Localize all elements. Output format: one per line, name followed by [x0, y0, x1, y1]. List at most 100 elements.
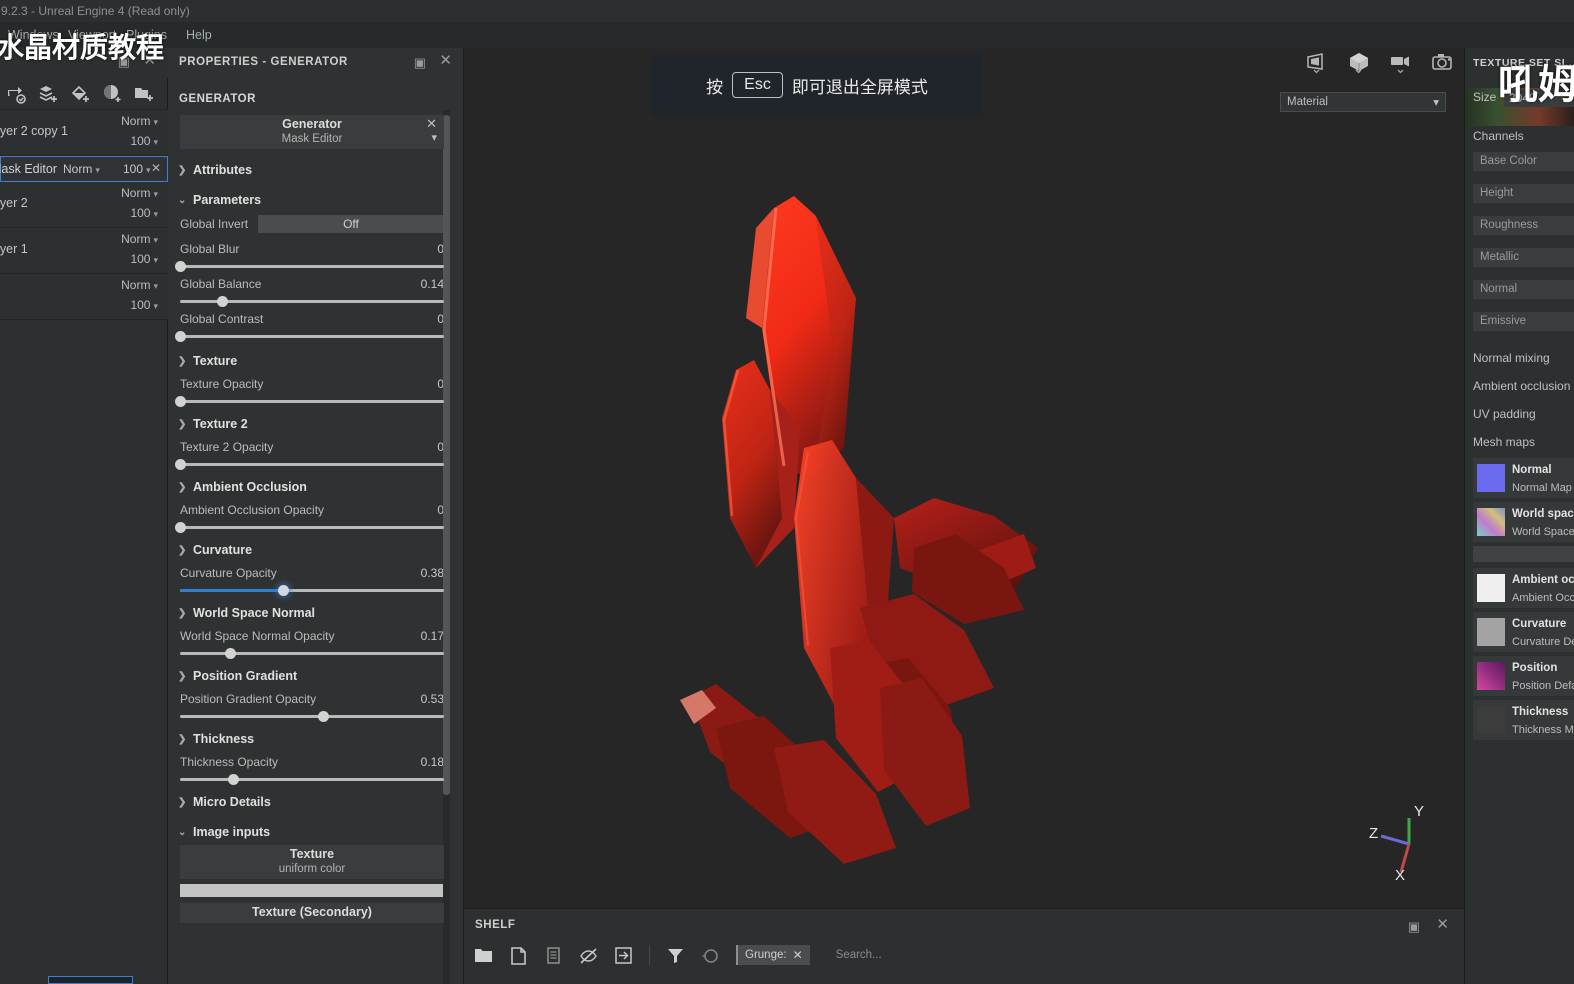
add-mask-icon[interactable]: [102, 84, 122, 104]
mesh-map-curvature[interactable]: Curvature Curvature De: [1473, 612, 1574, 652]
close-icon[interactable]: ✕: [426, 116, 437, 132]
param-slider[interactable]: [175, 459, 444, 470]
ambient-occlusion-mix-label[interactable]: Ambient occlusion mix: [1473, 379, 1574, 393]
param-value[interactable]: 0.38: [421, 566, 444, 580]
param-slider[interactable]: [180, 648, 444, 659]
channel-base-color[interactable]: Base Color: [1473, 152, 1574, 171]
param-slider[interactable]: [180, 774, 444, 785]
close-icon[interactable]: ✕: [1436, 915, 1449, 933]
layer-row-mask-editor[interactable]: Mask Editor Norm▾ 100▾ ✕: [0, 156, 168, 182]
new-file-icon[interactable]: [509, 946, 528, 965]
slider-knob[interactable]: [175, 261, 186, 272]
mesh-map-world-space-normal[interactable]: World spac World Space: [1473, 502, 1574, 542]
layer-opacity[interactable]: 100 ▾: [130, 252, 158, 266]
uv-padding-label[interactable]: UV padding: [1473, 407, 1536, 421]
channel-roughness[interactable]: Roughness: [1473, 216, 1574, 235]
camera-icon[interactable]: [1388, 50, 1414, 76]
axis-gizmo[interactable]: Y Z X: [1367, 800, 1439, 880]
param-slider[interactable]: [180, 296, 444, 307]
layer-opacity[interactable]: 100 ▾: [130, 134, 158, 148]
param-slider[interactable]: [180, 585, 444, 596]
param-global-invert[interactable]: Global Invert Off: [180, 215, 444, 233]
global-invert-toggle[interactable]: Off: [258, 215, 444, 233]
image-input-texture[interactable]: Texture uniform color: [180, 845, 444, 879]
folder-icon[interactable]: [474, 946, 493, 965]
shading-mode-icon[interactable]: [1304, 50, 1330, 76]
slider-knob[interactable]: [217, 296, 229, 307]
channel-height[interactable]: Height: [1473, 184, 1574, 203]
filter-icon[interactable]: [666, 946, 685, 965]
image-input-color-swatch[interactable]: [180, 884, 444, 897]
add-layer-icon[interactable]: [38, 84, 58, 104]
mesh-map-normal[interactable]: Normal Normal Map f: [1473, 458, 1574, 498]
filter-tag-grunge[interactable]: Grunge: ✕: [736, 945, 810, 965]
document-icon[interactable]: [544, 946, 563, 965]
menu-item-plugins[interactable]: Plugins: [126, 22, 167, 48]
slider-knob[interactable]: [175, 331, 186, 342]
param-value[interactable]: 0.14: [421, 277, 444, 291]
channel-metallic[interactable]: Metallic: [1473, 248, 1574, 267]
normal-mixing-label[interactable]: Normal mixing: [1473, 351, 1550, 365]
param-value[interactable]: 0.17: [421, 629, 444, 643]
param-slider[interactable]: [175, 331, 444, 342]
mesh-map-thickness[interactable]: Thickness Thickness Ma: [1473, 700, 1574, 740]
group-micro-details[interactable]: ❯ Micro Details: [168, 795, 456, 809]
slider-knob[interactable]: [317, 711, 329, 722]
slider-knob[interactable]: [175, 396, 186, 407]
layer-row[interactable]: Layer 2 Norm▾ 100▾: [0, 182, 168, 228]
search-input[interactable]: Search...: [836, 949, 882, 961]
group-thickness[interactable]: ❯ Thickness: [168, 732, 456, 746]
close-icon[interactable]: ✕: [793, 948, 803, 962]
mesh-map-position[interactable]: Position Position Defa: [1473, 656, 1574, 696]
shelf-item-selected[interactable]: [48, 976, 133, 984]
image-input-texture-secondary[interactable]: Texture (Secondary): [180, 903, 444, 923]
layer-blend-mode[interactable]: Norm ▾: [121, 186, 158, 200]
mesh-map-ambient-occlusion[interactable]: Ambient oc Ambient Occl: [1473, 568, 1574, 608]
add-fill-layer-icon[interactable]: [70, 84, 90, 104]
menu-item-help[interactable]: Help: [186, 22, 212, 48]
menu-item-viewport[interactable]: Viewport: [68, 22, 116, 48]
mask-blend-mode[interactable]: Norm ▾: [63, 162, 100, 176]
slider-knob[interactable]: [175, 459, 186, 470]
slider-knob[interactable]: [227, 774, 239, 785]
maximize-icon[interactable]: ▣: [414, 55, 426, 71]
group-image-inputs[interactable]: ⌄ Image inputs: [168, 825, 456, 839]
slider-knob[interactable]: [175, 522, 186, 533]
properties-scrollbar[interactable]: [443, 115, 450, 795]
group-attributes[interactable]: ❯ Attributes: [168, 163, 456, 177]
param-slider[interactable]: [180, 711, 444, 722]
channel-normal[interactable]: Normal: [1473, 280, 1574, 299]
param-slider[interactable]: [175, 261, 444, 272]
layer-row[interactable]: Layer 2 copy 1 Norm▾ 100▾: [0, 110, 168, 156]
size-value[interactable]: 2048: [1504, 90, 1574, 107]
maximize-icon[interactable]: ▣: [118, 54, 130, 70]
slider-knob[interactable]: [277, 585, 289, 596]
layer-row[interactable]: Norm ▾ 100 ▾: [0, 274, 168, 320]
group-curvature[interactable]: ❯ Curvature: [168, 543, 456, 557]
mesh-display-icon[interactable]: [1346, 50, 1372, 76]
layer-row[interactable]: Layer 1 Norm▾ 100▾: [0, 228, 168, 274]
material-dropdown[interactable]: Material ▾: [1280, 92, 1446, 112]
hidden-eye-icon[interactable]: [579, 946, 598, 965]
mask-remove-icon[interactable]: ✕: [151, 161, 161, 175]
circle-icon[interactable]: [701, 946, 720, 965]
layer-opacity[interactable]: 100 ▾: [130, 298, 158, 312]
slider-knob[interactable]: [225, 648, 237, 659]
maximize-icon[interactable]: ▣: [1408, 919, 1420, 935]
import-icon[interactable]: [614, 946, 633, 965]
mask-opacity[interactable]: 100 ▾: [123, 162, 151, 176]
layer-blend-mode[interactable]: Norm ▾: [121, 114, 158, 128]
layer-blend-mode[interactable]: Norm ▾: [121, 232, 158, 246]
chevron-down-icon[interactable]: ▾: [431, 131, 437, 144]
layer-blend-mode[interactable]: Norm ▾: [121, 278, 158, 292]
generator-card[interactable]: Generator Mask Editor ✕ ▾: [180, 115, 444, 149]
close-icon[interactable]: ✕: [439, 51, 452, 69]
param-slider[interactable]: [175, 396, 444, 407]
channel-emissive[interactable]: Emissive: [1473, 312, 1574, 331]
group-texture[interactable]: ❯ Texture: [168, 354, 456, 368]
param-value[interactable]: 0.18: [421, 755, 444, 769]
group-ambient-occlusion[interactable]: ❯ Ambient Occlusion: [168, 480, 456, 494]
layer-opacity[interactable]: 100 ▾: [130, 206, 158, 220]
group-parameters[interactable]: ⌄ Parameters: [168, 193, 456, 207]
menu-item-windows[interactable]: Windows: [8, 22, 59, 48]
